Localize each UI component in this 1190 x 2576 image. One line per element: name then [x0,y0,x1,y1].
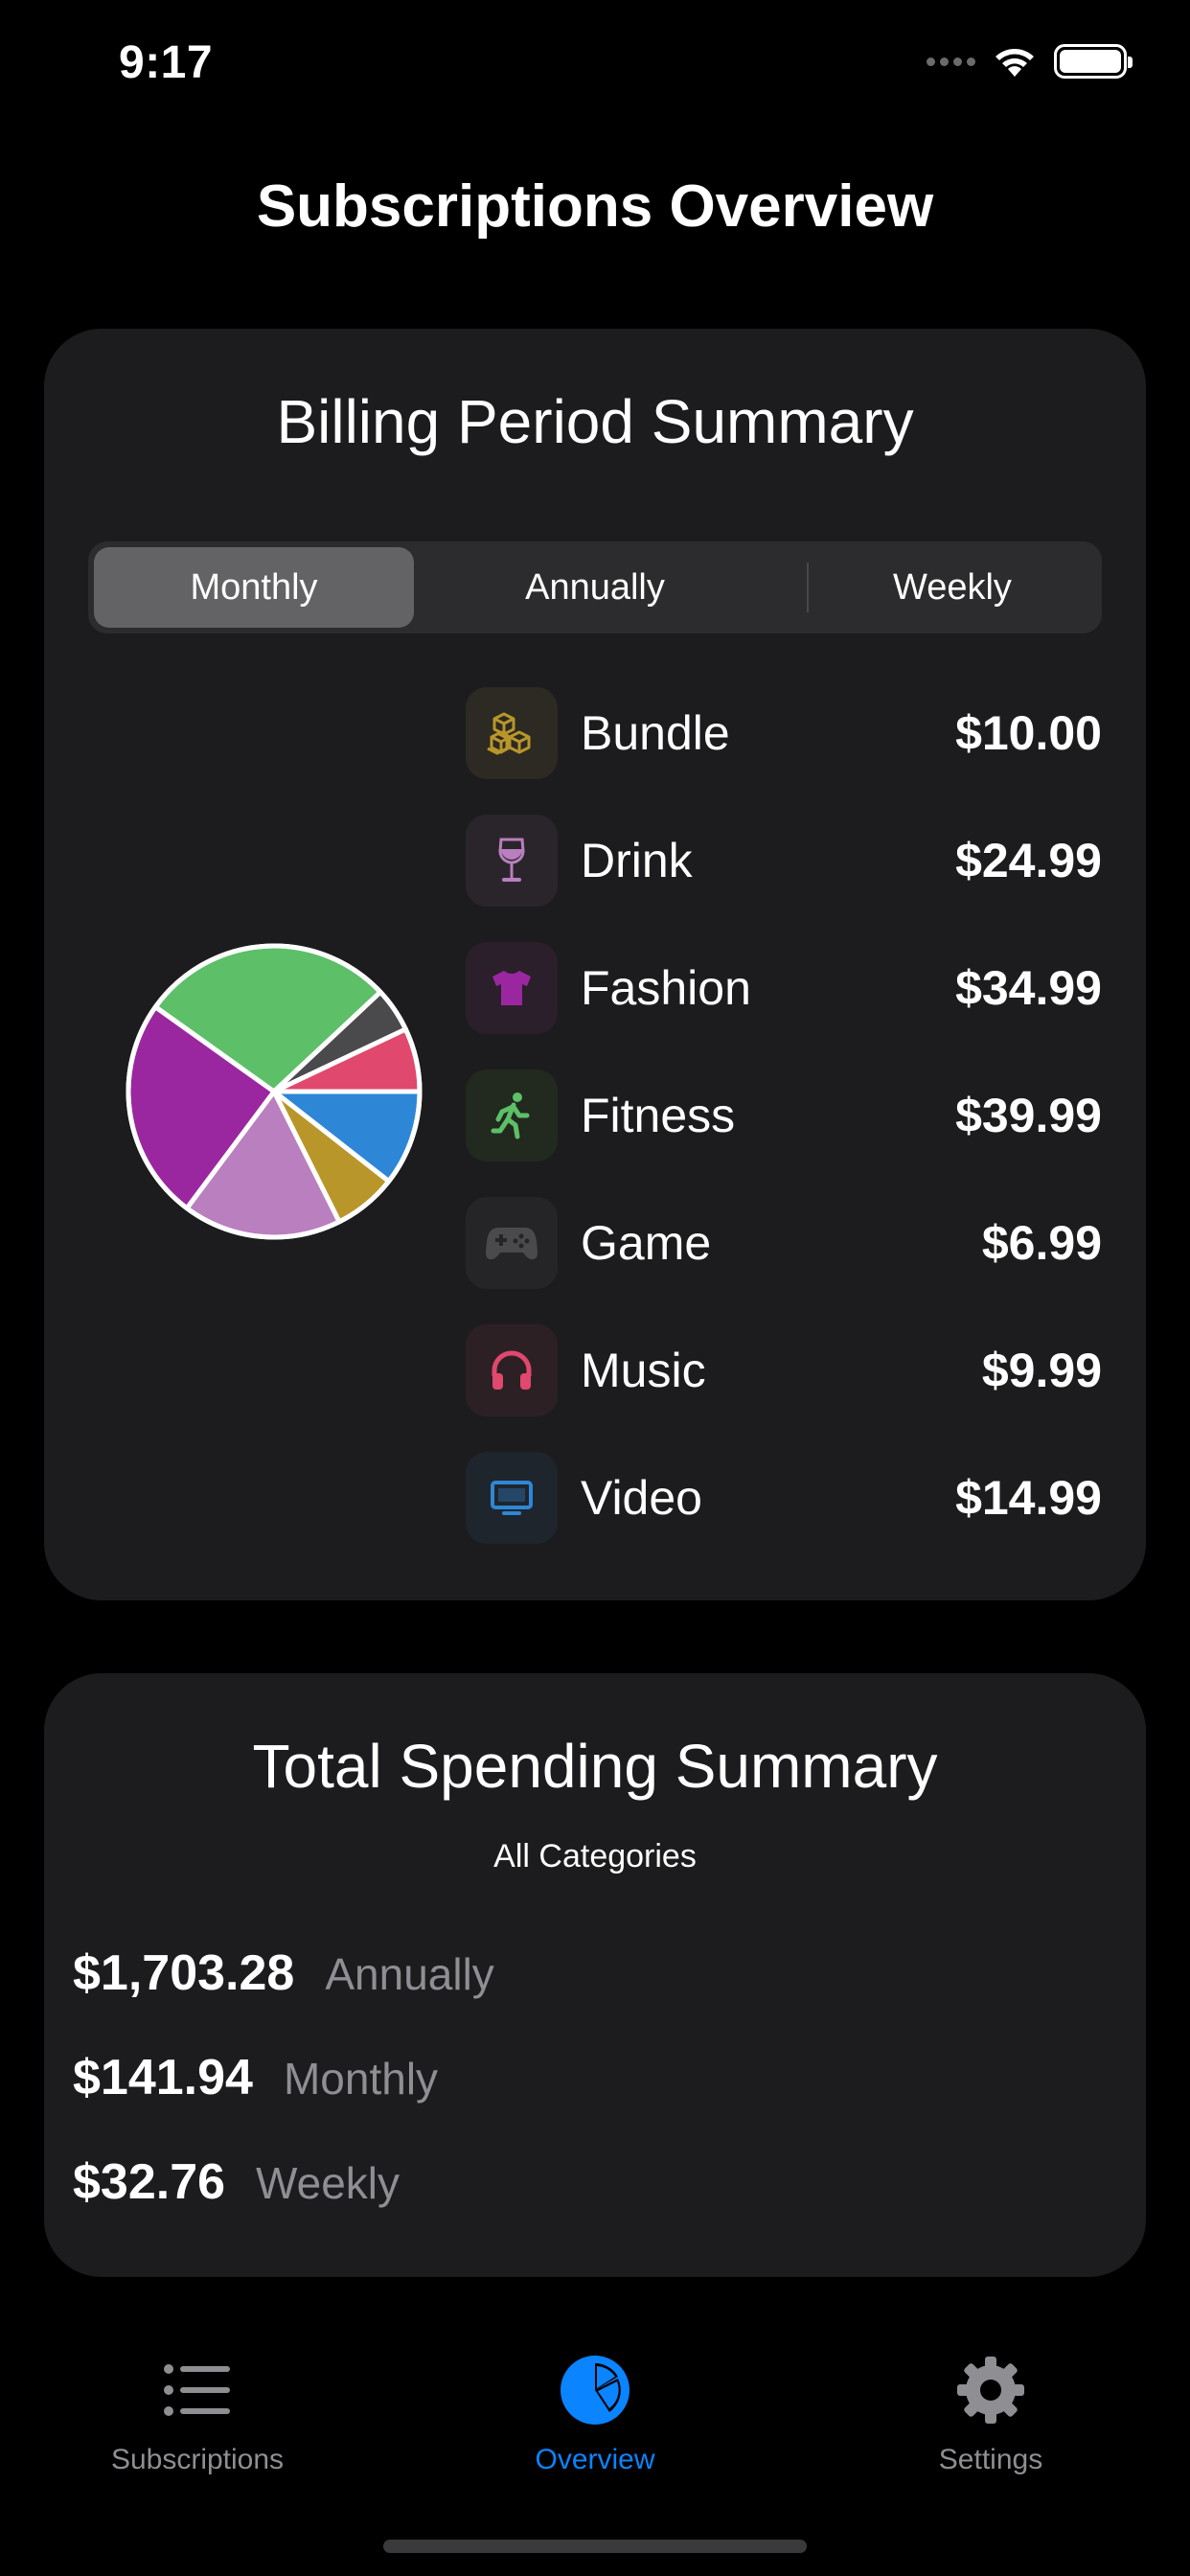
category-name: Game [581,1216,712,1270]
status-bar: 9:17 [0,0,1190,134]
category-row-game[interactable]: Game $6.99 [466,1197,1102,1289]
headphones-icon [466,1324,558,1416]
category-price: $39.99 [955,1089,1102,1142]
shipping-boxes-icon [466,687,558,779]
category-row-bundle[interactable]: Bundle $10.00 [466,687,1102,779]
wifi-icon [995,49,1034,77]
status-time: 9:17 [119,37,214,88]
category-name: Fitness [581,1089,736,1142]
tab-overview[interactable]: Overview [451,2354,739,2476]
total-row-weekly: $32.76 Weekly [73,2153,400,2220]
total-amount: $141.94 [73,2050,253,2105]
category-name: Drink [581,834,693,887]
category-price: $24.99 [955,834,1102,887]
total-period-label: Annually [325,1949,494,1999]
category-price: $34.99 [955,961,1102,1015]
total-spending-card: Total Spending Summary All Categories $1… [44,1673,1146,2277]
category-name: Bundle [581,706,730,760]
gear-icon [954,2354,1027,2426]
segment-annually[interactable]: Annually [425,547,765,628]
tab-subscriptions[interactable]: Subscriptions [54,2354,341,2476]
battery-icon [1054,44,1133,79]
list-icon [161,2354,234,2426]
category-row-music[interactable]: Music $9.99 [466,1324,1102,1416]
category-pie-chart [121,938,427,1245]
monitor-icon [466,1452,558,1544]
category-row-drink[interactable]: Drink $24.99 [466,815,1102,907]
page-title: Subscriptions Overview [256,173,934,240]
tab-bar: Subscriptions Overview Settings [0,2319,1190,2511]
segment-weekly[interactable]: Weekly [809,547,1096,628]
total-amount: $32.76 [73,2154,226,2210]
total-period-label: Monthly [283,2054,439,2104]
tshirt-icon [466,942,558,1034]
category-name: Video [581,1471,702,1525]
total-period-label: Weekly [256,2158,400,2208]
category-name: Music [581,1344,706,1397]
cellular-signal-icon [927,57,975,66]
billing-card-title: Billing Period Summary [276,387,914,456]
total-row-monthly: $141.94 Monthly [73,2049,438,2116]
category-row-fitness[interactable]: Fitness $39.99 [466,1070,1102,1162]
tab-label: Overview [535,2444,655,2475]
category-name: Fashion [581,961,751,1015]
total-row-annually: $1,703.28 Annually [73,1944,494,2012]
total-card-title: Total Spending Summary [252,1732,938,1801]
category-row-video[interactable]: Video $14.99 [466,1452,1102,1544]
category-price: $14.99 [955,1471,1102,1525]
pie-chart-icon [559,2354,631,2426]
wine-glass-icon [466,815,558,907]
category-price: $10.00 [955,706,1102,760]
home-indicator [383,2540,807,2553]
running-figure-icon [466,1070,558,1162]
segment-monthly[interactable]: Monthly [94,547,414,628]
tab-settings[interactable]: Settings [847,2354,1134,2476]
gamecontroller-icon [466,1197,558,1289]
category-price: $9.99 [981,1344,1102,1397]
status-indicators [927,42,1133,80]
category-row-fashion[interactable]: Fashion $34.99 [466,942,1102,1034]
tab-label: Settings [938,2444,1043,2475]
total-amount: $1,703.28 [73,1945,295,2001]
total-card-subtitle: All Categories [493,1838,697,1874]
billing-period-segmented-control: Monthly Annually Weekly [88,541,1102,633]
billing-period-card: Billing Period Summary Monthly Annually … [44,329,1146,1600]
tab-label: Subscriptions [110,2444,285,2475]
category-price: $6.99 [981,1216,1102,1270]
